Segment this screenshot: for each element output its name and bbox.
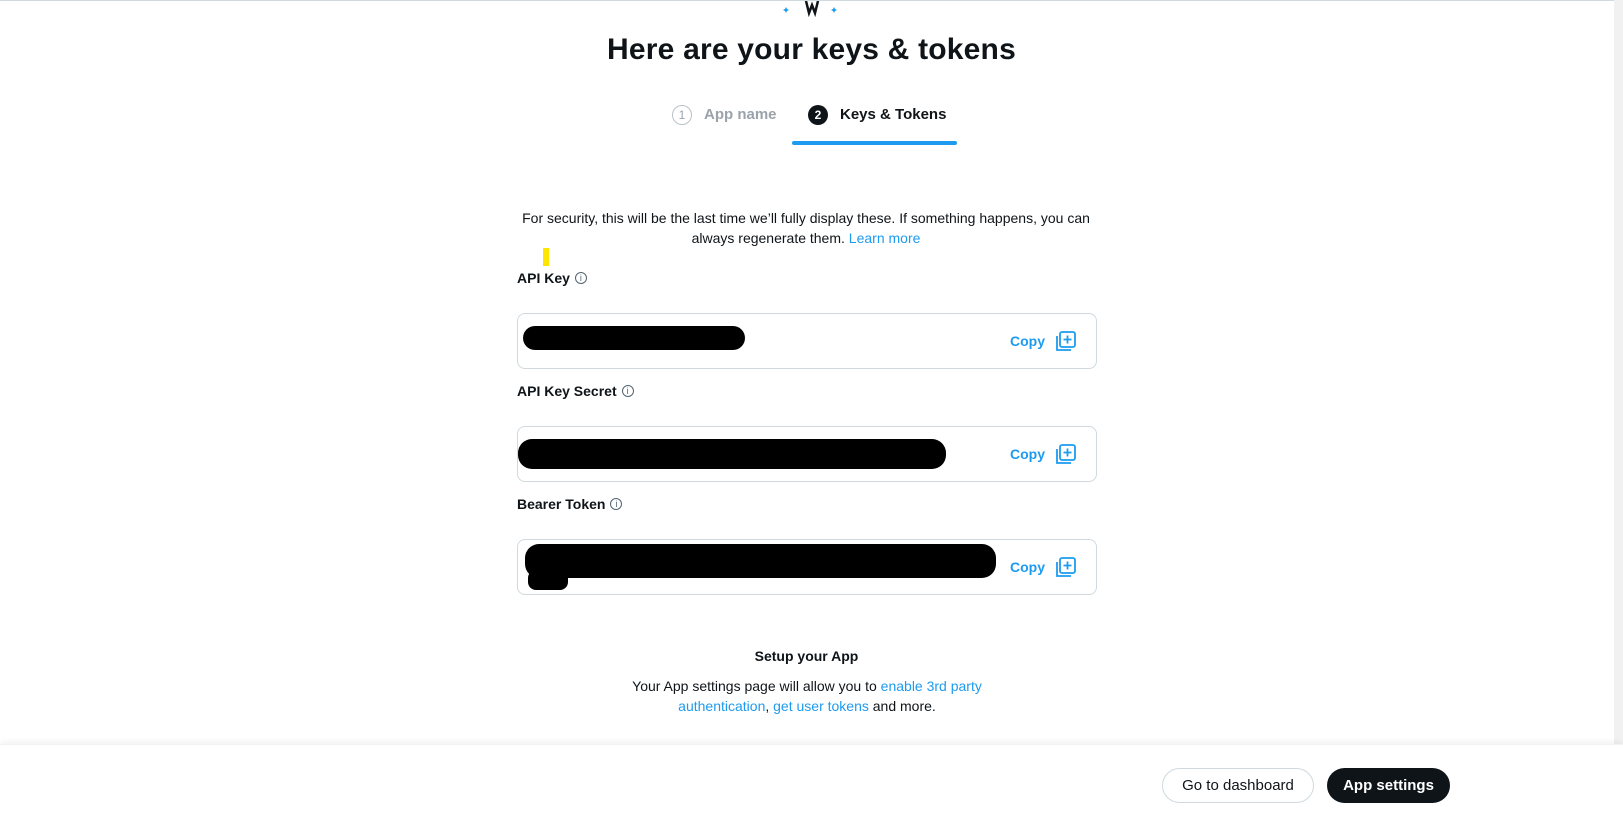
footer-bar: Go to dashboard App settings xyxy=(0,744,1623,819)
get-user-tokens-link[interactable]: get user tokens xyxy=(773,698,869,714)
copy-label: Copy xyxy=(1010,446,1045,462)
page-title: Here are your keys & tokens xyxy=(607,33,1016,66)
stepper: 1 App name 2 Keys & Tokens xyxy=(0,105,1623,147)
api-key-label: API Key i xyxy=(517,270,587,286)
page-header: Here are your keys & tokens 1 App name 2… xyxy=(0,0,1623,146)
step-label: App name xyxy=(704,106,777,123)
main-content: For security, this will be the last time… xyxy=(0,146,1623,744)
setup-description: Your App settings page will allow you to… xyxy=(612,676,1002,716)
scrollbar[interactable] xyxy=(1614,0,1623,744)
copy-icon xyxy=(1056,331,1076,351)
active-step-indicator xyxy=(792,141,957,145)
learn-more-link[interactable]: Learn more xyxy=(849,230,921,246)
info-icon[interactable]: i xyxy=(621,385,634,397)
step-label: Keys & Tokens xyxy=(840,106,947,123)
go-to-dashboard-button[interactable]: Go to dashboard xyxy=(1162,768,1314,803)
sparkle-logo-icon xyxy=(783,1,837,17)
bearer-token-field: Copy xyxy=(517,539,1097,595)
info-icon[interactable]: i xyxy=(610,498,623,510)
info-icon[interactable]: i xyxy=(574,272,587,284)
setup-title: Setup your App xyxy=(754,648,859,664)
api-key-secret-field: Copy xyxy=(517,426,1097,482)
step-app-name: 1 App name xyxy=(672,105,777,147)
field-label-text: API Key Secret xyxy=(517,383,617,399)
redacted-value xyxy=(528,570,568,590)
api-key-field: Copy xyxy=(517,313,1097,369)
field-label-text: Bearer Token xyxy=(517,496,606,512)
security-note: For security, this will be the last time… xyxy=(510,208,1102,248)
copy-icon xyxy=(1056,444,1076,464)
copy-label: Copy xyxy=(1010,559,1045,575)
api-key-secret-label: API Key Secret i xyxy=(517,383,634,399)
redacted-value xyxy=(523,326,745,350)
text-cursor-highlight xyxy=(543,248,549,266)
setup-comma: , xyxy=(765,698,774,714)
redacted-value xyxy=(525,544,996,578)
copy-bearer-token-button[interactable]: Copy xyxy=(1010,556,1077,578)
security-note-text: For security, this will be the last time… xyxy=(522,210,1090,246)
bearer-token-label: Bearer Token i xyxy=(517,496,623,512)
field-label-text: API Key xyxy=(517,270,570,286)
setup-text-before: Your App settings page will allow you to xyxy=(632,678,881,694)
copy-api-key-secret-button[interactable]: Copy xyxy=(1010,443,1077,465)
step-number: 1 xyxy=(672,105,692,125)
app-settings-button[interactable]: App settings xyxy=(1327,768,1450,803)
copy-icon xyxy=(1056,557,1076,577)
setup-text-after: and more. xyxy=(868,698,936,714)
step-number: 2 xyxy=(808,105,828,125)
copy-label: Copy xyxy=(1010,333,1045,349)
redacted-value xyxy=(518,439,946,469)
copy-api-key-button[interactable]: Copy xyxy=(1010,330,1077,352)
